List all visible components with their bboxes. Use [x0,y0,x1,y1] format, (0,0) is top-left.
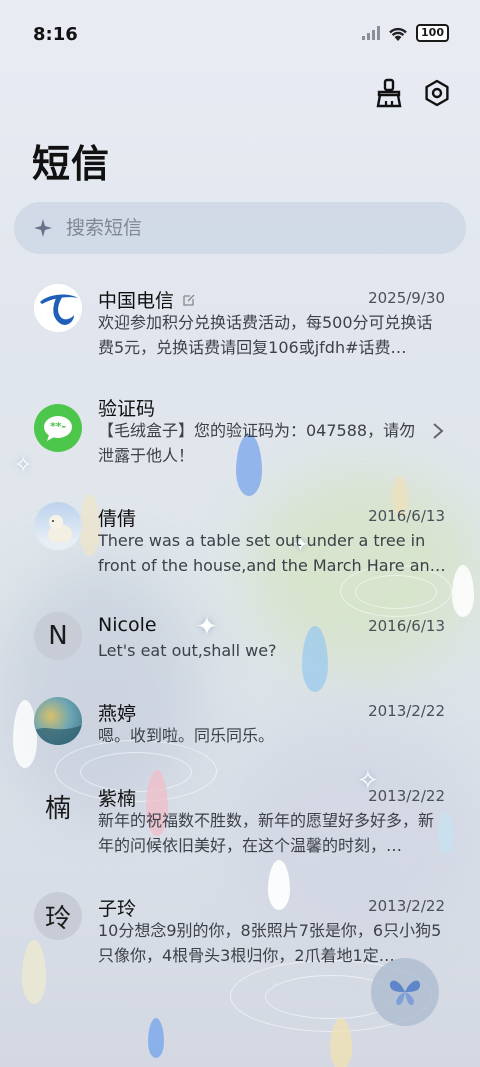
avatar: N [34,612,82,660]
conversation-preview: There was a table set out under a tree i… [98,531,446,575]
conversation-date: 2013/2/22 [368,787,445,805]
status-icons: 100 [362,24,449,42]
conversation-name: 中国电信 [98,286,196,313]
battery-indicator: 100 [416,24,449,42]
page-title: 短信 [32,142,111,186]
draft-edit-icon [183,294,195,306]
avatar [34,502,82,550]
conversation-item[interactable]: 楠 紫楠 2013/2/22 新年的祝福数不胜数，新年的愿望好多好多，新年的问候… [0,766,480,871]
clean-button[interactable] [374,78,404,108]
search-bar[interactable] [14,202,466,254]
avatar: 玲 [34,892,82,940]
china-telecom-logo-icon [34,284,82,332]
message-bubble-icon: **- [44,416,72,441]
conversation-item[interactable]: **- 验证码 【毛绒盒子】您的验证码为：047588，请勿泄露于他人！ [0,376,480,481]
settings-button[interactable] [422,78,452,108]
landscape-photo-icon [34,725,82,745]
conversation-item[interactable]: 中国电信 2025/9/30 欢迎参加积分兑换话费活动，每500分可兑换话费5元… [0,268,480,373]
search-input[interactable] [64,216,428,240]
avatar [34,284,82,332]
conversation-date: 2016/6/13 [368,507,445,525]
conversation-preview: 【毛绒盒子】您的验证码为：047588，请勿泄露于他人！ [98,421,416,465]
wifi-icon [389,27,407,41]
signal-icon [362,26,381,40]
conversation-item[interactable]: 倩倩 2016/6/13 There was a table set out u… [0,486,480,591]
polar-bear-photo-icon [34,515,82,550]
chevron-right-icon [433,423,444,439]
conversation-name: 子玲 [98,898,137,920]
top-actions [374,78,452,108]
conversation-name-text: 中国电信 [98,290,175,312]
conversation-name: 紫楠 [98,788,137,810]
conversation-preview: Let's eat out,shall we? [98,641,277,660]
conversation-date: 2013/2/22 [368,702,445,720]
sparkle-search-icon [34,219,52,237]
conversation-preview: 嗯。收到啦。同乐同乐。 [98,726,275,745]
avatar: 楠 [44,793,71,824]
svg-text:**-: **- [50,420,66,433]
settings-icon [425,79,449,107]
conversation-name: Nicole [98,614,157,636]
conversation-name: 燕婷 [98,703,137,725]
conversation-preview: 新年的祝福数不胜数，新年的愿望好多好多，新年的问候依旧美好，在这个温馨的时刻，… [98,811,435,855]
broom-icon [376,78,402,108]
avatar: **- [34,404,82,452]
status-time: 8:16 [33,24,78,45]
avatar [34,697,82,745]
conversation-preview: 欢迎参加积分兑换话费活动，每500分可兑换话费5元，兑换话费请回复106或jfd… [98,313,433,357]
butterfly-compose-icon [389,980,421,1006]
conversation-item[interactable]: N Nicole 2016/6/13 Let's eat out,shall w… [0,596,480,676]
conversation-date: 2013/2/22 [368,897,445,915]
compose-button[interactable] [371,958,439,1026]
conversation-date: 2016/6/13 [368,617,445,635]
conversation-name: 验证码 [98,398,156,420]
conversation-item[interactable]: 燕婷 2013/2/22 嗯。收到啦。同乐同乐。 [0,681,480,761]
conversation-name: 倩倩 [98,508,137,530]
status-bar: 8:16 100 [0,0,480,68]
conversation-date: 2025/9/30 [368,289,445,307]
